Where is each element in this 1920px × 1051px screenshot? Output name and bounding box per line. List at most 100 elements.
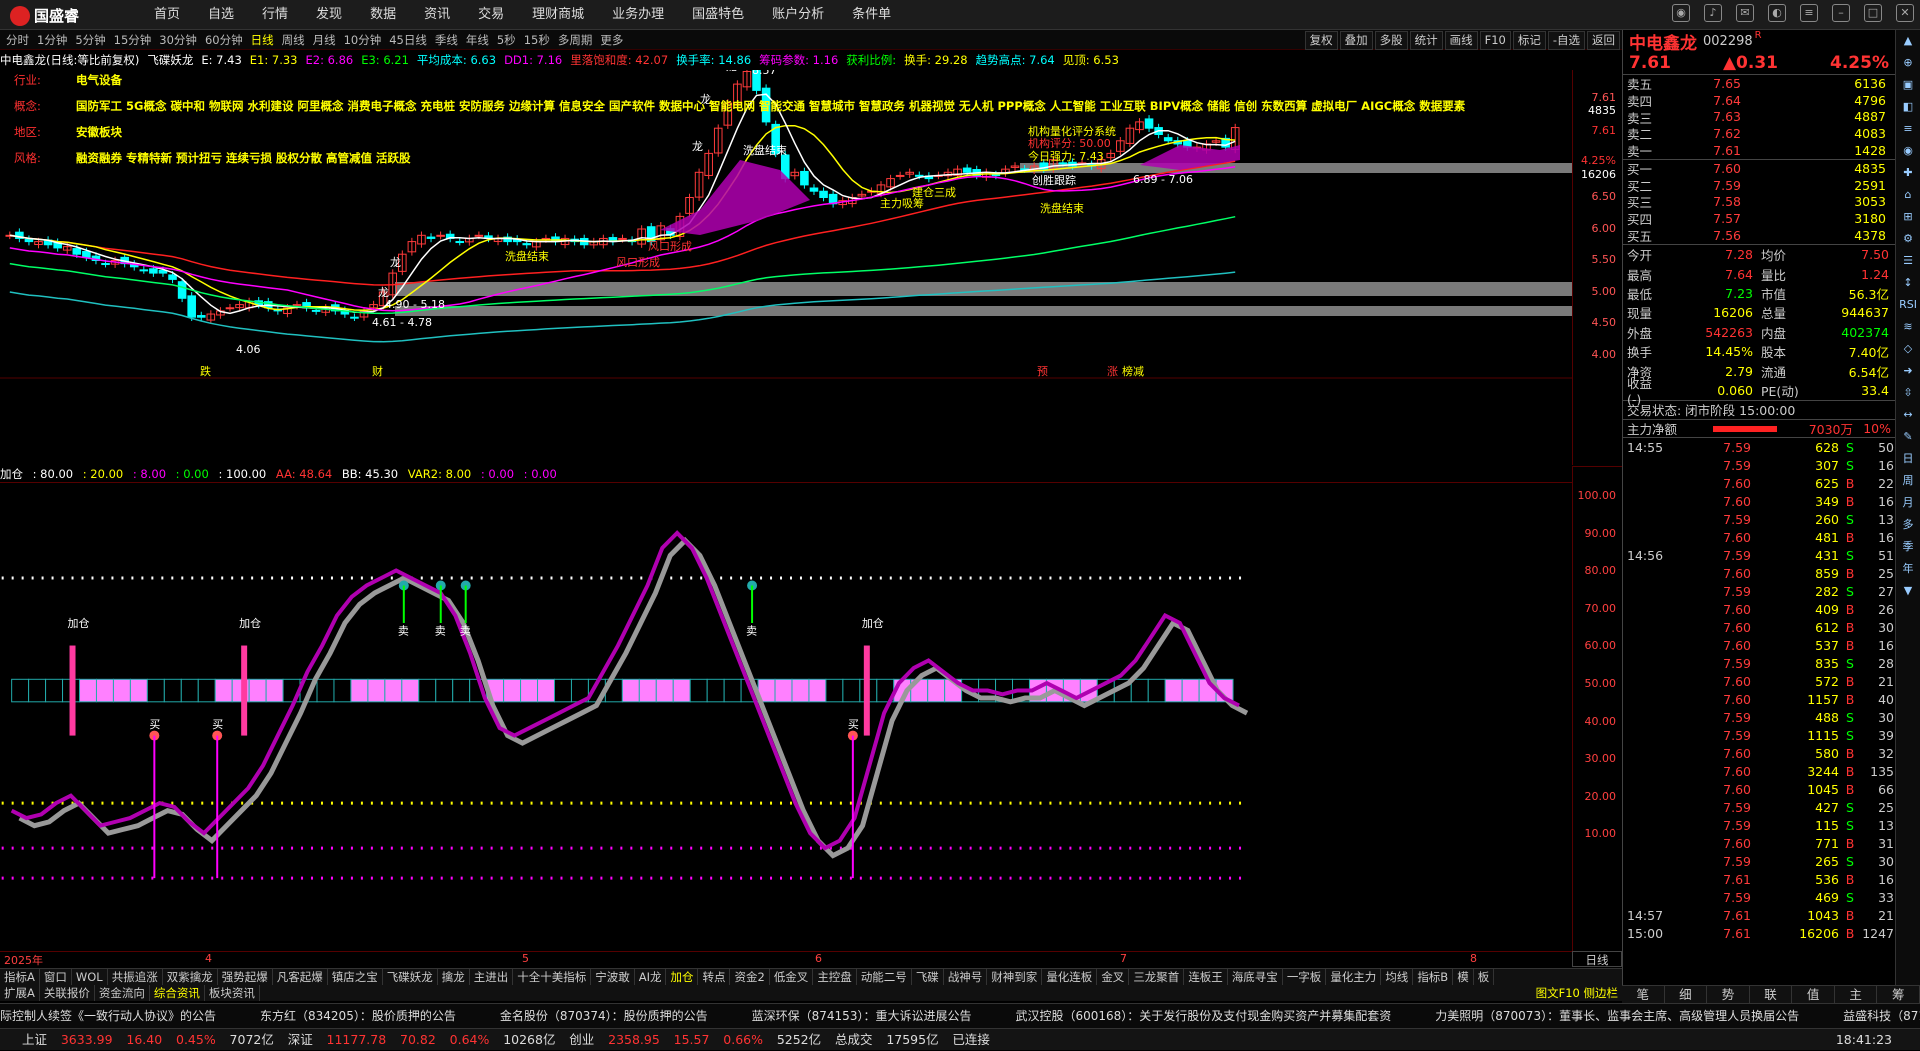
indicator-tab[interactable]: 战神号 (944, 969, 988, 985)
period-tab[interactable]: 1分钟 (33, 30, 71, 50)
extension-tab[interactable]: 综合资讯 (150, 985, 205, 1001)
extension-tab[interactable]: 板块资讯 (205, 985, 260, 1001)
indicator-tab[interactable]: 主控盘 (813, 969, 857, 985)
period-tab[interactable]: 30分钟 (155, 30, 201, 50)
indicator-tab[interactable]: 模 (1453, 969, 1474, 985)
bid-row[interactable]: 买三 7.58 3053 (1623, 194, 1895, 210)
menu-item[interactable]: 业务办理 (598, 0, 678, 30)
chart-tool-button[interactable]: 多股 (1374, 31, 1408, 50)
side-tool-icon[interactable]: ⇳ (1896, 382, 1920, 404)
menu-item[interactable]: 理财商城 (518, 0, 598, 30)
chart-tool-button[interactable]: 返回 (1587, 31, 1620, 50)
indicator-chart[interactable]: 加仓 加仓 加仓买 买 买 卖 卖 卖 卖 (0, 482, 1572, 952)
bell-icon[interactable]: ♪ (1704, 4, 1722, 22)
indicator-tab[interactable]: 金叉 (1097, 969, 1130, 985)
side-tool-icon[interactable]: ✎ (1896, 426, 1920, 448)
cy-label[interactable]: 创业 (569, 1029, 594, 1051)
period-tab[interactable]: 45日线 (385, 30, 431, 50)
quote-tab[interactable]: 值 (1792, 986, 1835, 1003)
period-tab[interactable]: 5秒 (493, 30, 520, 50)
news-item[interactable]: 武汉控股（600168）：关于发行股份及支付现金购买资产并募集配套资 (1015, 1004, 1391, 1028)
side-tool-icon[interactable]: ☰ (1896, 250, 1920, 272)
period-tab[interactable]: 15秒 (520, 30, 554, 50)
sh-label[interactable]: 上证 (22, 1029, 47, 1051)
indicator-tab[interactable]: 双紫擒龙 (163, 969, 218, 985)
period-tab[interactable]: 多周期 (554, 30, 597, 50)
indicator-tab[interactable]: 一字板 (1283, 969, 1327, 985)
indicator-tab[interactable]: 量化连板 (1042, 969, 1098, 985)
news-item[interactable]: 金名股份（870374）：股份质押的公告 (500, 1004, 708, 1028)
side-tool-icon[interactable]: ⊕ (1896, 52, 1920, 74)
tick-list[interactable]: 14:55 7.59 628 S 50 7.59 307 S 16 7.60 625 B 22 7.60 3… (1623, 438, 1895, 942)
chart-tool-button[interactable]: 复权 (1304, 31, 1338, 50)
chart-tool-button[interactable]: 统计 (1409, 31, 1443, 50)
menu-item[interactable]: 条件单 (838, 0, 905, 30)
menu-item[interactable]: 发现 (302, 0, 356, 30)
indicator-tab[interactable]: 三龙聚首 (1129, 969, 1185, 985)
indicator-tab[interactable]: 低金叉 (770, 969, 814, 985)
indicator-tab[interactable]: AI龙 (635, 969, 667, 985)
news-item[interactable]: 东方红（834205）：股价质押的公告 (260, 1004, 456, 1028)
ask-row[interactable]: 卖五 7.65 6136 (1623, 75, 1895, 92)
quote-tab[interactable]: 筹 (1877, 986, 1920, 1003)
ask-row[interactable]: 卖一 7.61 1428 (1623, 142, 1895, 159)
indicator-tab[interactable]: 指标B (1413, 969, 1454, 985)
indicator-tab[interactable]: 动能二号 (857, 969, 912, 985)
side-tool-icon[interactable]: ⊞ (1896, 206, 1920, 228)
quote-tab[interactable]: 势 (1707, 986, 1750, 1003)
quote-tab[interactable]: 联 (1750, 986, 1793, 1003)
minimize-icon[interactable]: – (1832, 4, 1850, 22)
side-tool-icon[interactable]: ≋ (1896, 316, 1920, 338)
side-tool-icon[interactable]: 周 (1896, 470, 1920, 492)
quote-tab[interactable]: 细 (1665, 986, 1708, 1003)
bid-row[interactable]: 买一 7.60 4835 (1623, 160, 1895, 177)
side-tool-icon[interactable]: 月 (1896, 492, 1920, 514)
chart-tool-button[interactable]: 标记 (1512, 31, 1546, 50)
ask-row[interactable]: 卖二 7.62 4083 (1623, 125, 1895, 142)
quote-tab[interactable]: 笔 (1622, 986, 1665, 1003)
indicator-tab[interactable]: 资金2 (730, 969, 770, 985)
bid-row[interactable]: 买二 7.59 2591 (1623, 177, 1895, 194)
period-tab[interactable]: 季线 (431, 30, 462, 50)
side-tool-icon[interactable]: 季 (1896, 536, 1920, 558)
side-tool-icon[interactable]: ▲ (1896, 30, 1920, 52)
menu-item[interactable]: 国盛特色 (678, 0, 758, 30)
period-tab[interactable]: 日线 (247, 30, 278, 50)
menu-item[interactable]: 首页 (140, 0, 194, 30)
indicator-name[interactable]: 飞碟妖龙 (147, 52, 193, 68)
side-tool-icon[interactable]: ▣ (1896, 74, 1920, 96)
mail-icon[interactable]: ✉ (1736, 4, 1754, 22)
side-tool-icon[interactable]: ▼ (1896, 580, 1920, 602)
indicator-tab[interactable]: 板 (1474, 969, 1495, 985)
ask-row[interactable]: 卖四 7.64 4796 (1623, 92, 1895, 109)
indicator-tab[interactable]: 强势起爆 (218, 969, 273, 985)
period-tab[interactable]: 60分钟 (201, 30, 247, 50)
news-item[interactable]: 蓝深环保（874153）：重大诉讼进展公告 (752, 1004, 972, 1028)
skin-icon[interactable]: ◐ (1768, 4, 1786, 22)
chat-icon[interactable]: ◉ (1672, 4, 1690, 22)
indicator-tab[interactable]: 飞碟 (912, 969, 944, 985)
side-tool-icon[interactable]: ⌂ (1896, 184, 1920, 206)
indicator-tab[interactable]: 宁波敢 (591, 969, 635, 985)
period-tab[interactable]: 15分钟 (110, 30, 156, 50)
extension-tab[interactable]: 资金流向 (95, 985, 150, 1001)
menu-icon[interactable]: ≡ (1800, 4, 1818, 22)
period-tab[interactable]: 分时 (2, 30, 33, 50)
chart-tool-button[interactable]: 画线 (1444, 31, 1478, 50)
side-tool-icon[interactable]: ◇ (1896, 338, 1920, 360)
menu-item[interactable]: 行情 (248, 0, 302, 30)
chart-tool-button[interactable]: 叠加 (1339, 31, 1373, 50)
maximize-icon[interactable]: □ (1864, 4, 1882, 22)
indicator-tab[interactable]: 镇店之宝 (328, 969, 383, 985)
app-logo[interactable]: 国盛睿 (10, 5, 79, 26)
bid-row[interactable]: 买五 7.56 4378 (1623, 227, 1895, 244)
indicator-tab[interactable]: 海底寻宝 (1228, 969, 1283, 985)
period-tab[interactable]: 更多 (596, 30, 627, 50)
period-label[interactable]: 日线 (1572, 951, 1622, 967)
menu-item[interactable]: 数据 (356, 0, 410, 30)
chart-tool-button[interactable]: -自选 (1547, 31, 1585, 50)
indicator-tab[interactable]: 指标A (0, 969, 40, 985)
indicator-tab[interactable]: 转点 (698, 969, 731, 985)
indicator-tab[interactable]: 量化主力 (1326, 969, 1382, 985)
indicator-tab[interactable]: 财神到家 (987, 969, 1043, 985)
